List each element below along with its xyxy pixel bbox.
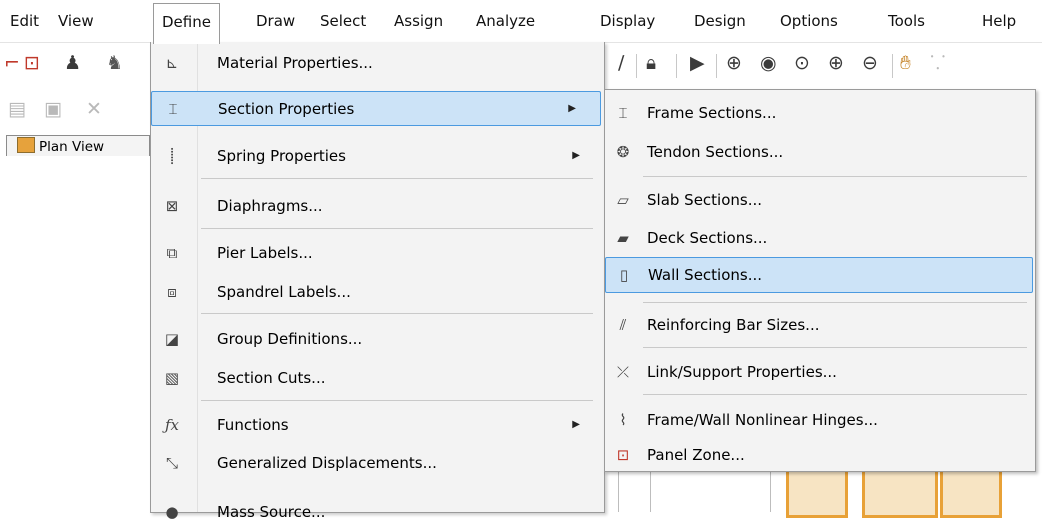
- slab-icon: ▱: [617, 191, 629, 209]
- lock-icon[interactable]: 🔒︎: [646, 51, 656, 75]
- submenu-item-wall-sections[interactable]: ▯ Wall Sections...: [605, 257, 1033, 293]
- displacement-icon: ⤡: [165, 454, 178, 472]
- pier-icon: ⧉: [166, 244, 178, 262]
- submenu-item-link-support-properties[interactable]: ⤫ Link/Support Properties...: [605, 355, 1035, 389]
- submenu-item-slab-sections[interactable]: ▱ Slab Sections...: [605, 183, 1035, 217]
- menu-define[interactable]: Define: [153, 3, 220, 44]
- section-properties-submenu: ⌶ Frame Sections... ❂ Tendon Sections...…: [604, 89, 1036, 472]
- submenu-item-deck-sections[interactable]: ▰ Deck Sections...: [605, 221, 1035, 255]
- material-icon: ⊾: [165, 54, 179, 72]
- new-point-icon[interactable]: ⌐: [4, 51, 20, 75]
- paste-icon[interactable]: ▣: [44, 97, 62, 121]
- group-icon: ◪: [164, 330, 180, 348]
- menu-bar: Edit View Define Draw Select Assign Anal…: [0, 0, 1042, 44]
- spring-icon: ⸽: [170, 147, 174, 165]
- menu-analyze[interactable]: Analyze: [476, 0, 535, 42]
- hinge-icon: ⌇: [619, 411, 627, 429]
- rebar-icon: ⫽: [619, 316, 627, 334]
- menu-item-functions[interactable]: ƒx Functions ▶: [151, 408, 604, 442]
- deck-icon: ▰: [617, 229, 629, 247]
- define-menu: ⊾ Material Properties... ⌶ Section Prope…: [150, 42, 605, 521]
- submenu-item-reinforcing-bar-sizes[interactable]: ⫽ Reinforcing Bar Sizes...: [605, 308, 1035, 342]
- plan-view-label: Plan View: [39, 139, 105, 155]
- menu-edit[interactable]: Edit: [10, 0, 39, 42]
- run-icon[interactable]: ▶: [690, 51, 705, 75]
- menu-design[interactable]: Design: [694, 0, 746, 42]
- section-cut-icon: ▧: [164, 369, 180, 387]
- submenu-item-tendon-sections[interactable]: ❂ Tendon Sections...: [605, 135, 1035, 169]
- tendon-icon: ❂: [616, 143, 630, 161]
- menu-item-spring-properties[interactable]: ⸽ Spring Properties ▶: [151, 139, 604, 173]
- submenu-arrow-icon: ▶: [572, 419, 580, 430]
- section-icon: ⌶: [168, 100, 178, 118]
- mass-icon: ●: [165, 503, 179, 521]
- zoom-previous-icon[interactable]: ⊙: [794, 51, 810, 75]
- plan-view-icon: [17, 137, 35, 153]
- menu-tools[interactable]: Tools: [888, 0, 925, 42]
- function-icon: ƒx: [164, 416, 179, 434]
- menu-view[interactable]: View: [58, 0, 94, 42]
- zoom-window-icon[interactable]: ⊕: [726, 51, 742, 75]
- submenu-arrow-icon: ▶: [568, 103, 576, 114]
- menu-item-diaphragms[interactable]: ⊠ Diaphragms...: [151, 189, 604, 223]
- draw-node-icon[interactable]: ♟: [64, 51, 81, 75]
- menu-item-spandrel-labels[interactable]: ⧈ Spandrel Labels...: [151, 275, 604, 309]
- delete-icon[interactable]: ✕: [86, 97, 102, 121]
- menu-draw[interactable]: Draw: [256, 0, 295, 42]
- menu-item-group-definitions[interactable]: ◪ Group Definitions...: [151, 322, 604, 356]
- pencil-icon[interactable]: ∕: [618, 51, 624, 75]
- submenu-item-panel-zone[interactable]: ⊡ Panel Zone...: [605, 438, 1035, 472]
- menu-display[interactable]: Display: [600, 0, 655, 42]
- diaphragm-icon: ⊠: [165, 197, 179, 215]
- zoom-extents-icon[interactable]: ◉: [760, 51, 777, 75]
- menu-help[interactable]: Help: [982, 0, 1016, 42]
- menu-item-generalized-displacements[interactable]: ⤡ Generalized Displacements...: [151, 446, 604, 480]
- copy-icon[interactable]: ▤: [8, 97, 26, 121]
- draw-brace-icon[interactable]: ♞: [106, 51, 123, 75]
- menu-item-section-cuts[interactable]: ▧ Section Cuts...: [151, 361, 604, 395]
- menu-assign[interactable]: Assign: [394, 0, 443, 42]
- spandrel-icon: ⧈: [167, 283, 177, 301]
- menu-select[interactable]: Select: [320, 0, 366, 42]
- menu-item-section-properties[interactable]: ⌶ Section Properties ▶: [151, 91, 601, 126]
- menu-item-material-properties[interactable]: ⊾ Material Properties...: [151, 46, 604, 80]
- measure-icon[interactable]: ⸪: [930, 51, 946, 75]
- pan-hand-icon[interactable]: ✋︎: [900, 51, 911, 75]
- submenu-item-frame-sections[interactable]: ⌶ Frame Sections...: [605, 96, 1035, 130]
- menu-item-pier-labels[interactable]: ⧉ Pier Labels...: [151, 236, 604, 270]
- link-icon: ⤫: [616, 363, 629, 381]
- zoom-in-icon[interactable]: ⊕: [828, 51, 844, 75]
- menu-options[interactable]: Options: [780, 0, 838, 42]
- submenu-arrow-icon: ▶: [572, 150, 580, 161]
- plan-view-tab[interactable]: Plan View: [6, 135, 150, 158]
- submenu-item-frame-wall-nonlinear-hinges[interactable]: ⌇ Frame/Wall Nonlinear Hinges...: [605, 403, 1035, 437]
- wall-icon: ▯: [619, 266, 629, 284]
- panel-zone-icon: ⊡: [616, 446, 630, 464]
- draw-area-icon[interactable]: ⊡: [24, 51, 40, 75]
- zoom-out-icon[interactable]: ⊖: [862, 51, 878, 75]
- frame-section-icon: ⌶: [618, 104, 628, 122]
- menu-item-mass-source[interactable]: ● Mass Source...: [151, 495, 604, 529]
